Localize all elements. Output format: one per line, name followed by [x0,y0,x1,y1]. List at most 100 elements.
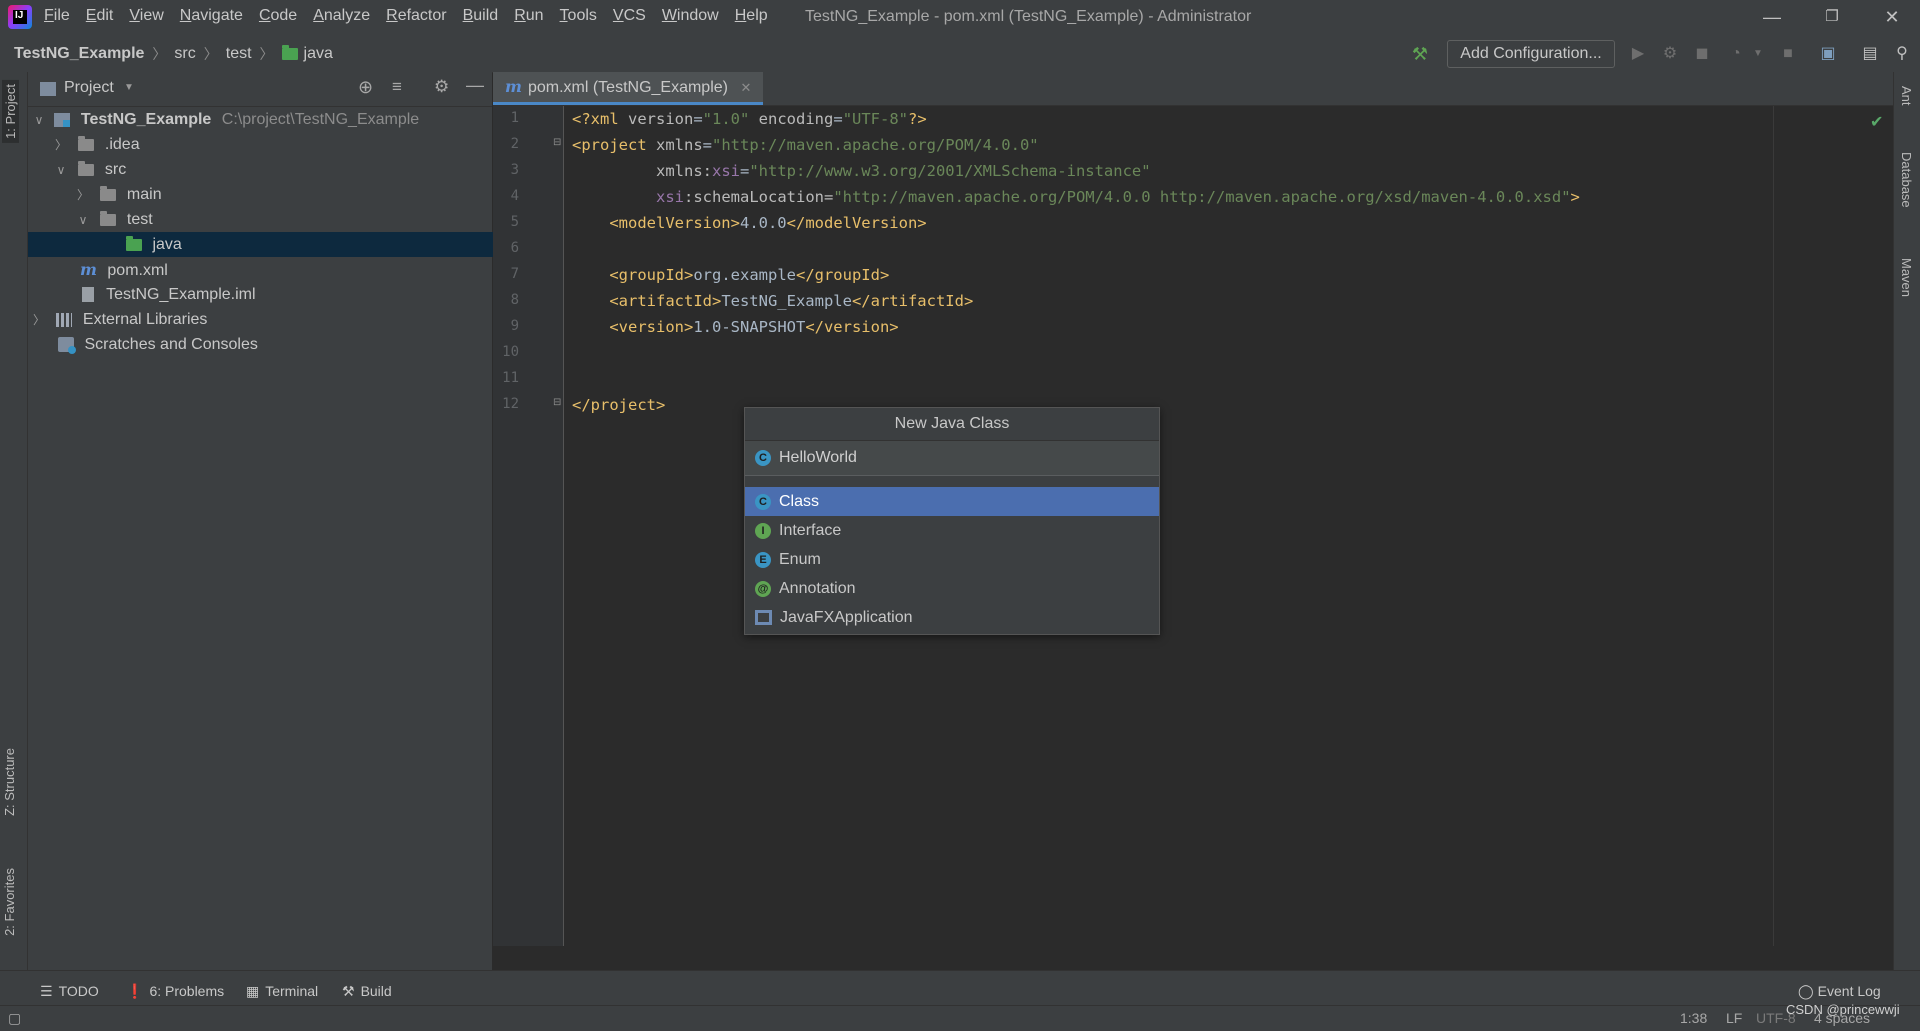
tree-item-iml[interactable]: TestNG_Example.iml [28,282,546,307]
chevron-right-icon[interactable]: 〉 [54,133,68,158]
menu-help[interactable]: Help [735,7,768,25]
fold-icon[interactable]: ⊟ [553,397,561,408]
gear-icon[interactable]: ⚙ [434,77,449,97]
menu-file[interactable]: File [44,7,70,25]
project-panel: Project ▼ ⊕ ≡ ⚙ — ∨ TestNG_Example C:\pr… [28,72,590,970]
popup-item-annotation[interactable]: @ Annotation [745,574,1159,603]
tool-windows-icon[interactable]: ▢ [8,1010,21,1027]
project-view-selector[interactable]: Project [64,79,114,97]
popup-item-interface[interactable]: I Interface [745,516,1159,545]
add-configuration-button[interactable]: Add Configuration... [1447,40,1615,68]
hammer-icon: ⚒ [342,983,355,999]
hide-icon[interactable]: — [466,75,484,96]
fold-icon[interactable]: ⊟ [553,137,561,148]
tab-structure[interactable]: Z: Structure [2,748,17,816]
item-label: Annotation [779,580,856,597]
chevron-down-icon[interactable]: ∨ [28,108,46,133]
menu-build[interactable]: Build [463,7,499,25]
locate-icon[interactable]: ⊕ [358,77,373,98]
popup-item-class[interactable]: C Class [745,487,1159,516]
minimize-icon[interactable]: — [1752,4,1792,30]
menu-tools[interactable]: Tools [560,7,597,25]
tab-pom-xml[interactable]: m pom.xml (TestNG_Example) ✕ [493,72,764,105]
check-icon[interactable]: ✔ [1870,112,1883,132]
tree-item-external-libraries[interactable]: 〉 External Libraries [28,307,496,332]
maven-icon: m [80,260,97,279]
tree-item-pom[interactable]: m pom.xml [28,257,544,282]
tab-maven[interactable]: Maven [1899,258,1914,297]
folder-icon [100,185,117,201]
chevron-down-icon[interactable]: ∨ [54,158,68,183]
tab-ant[interactable]: Ant [1899,86,1914,106]
interface-icon: I [755,522,771,539]
folder-icon [126,235,142,251]
right-tool-strip: Ant Database Maven [1893,72,1920,970]
run-icon[interactable]: ▶ [1628,44,1648,64]
menu-code[interactable]: Code [259,7,297,25]
collapse-all-icon[interactable]: ≡ [392,77,402,97]
tab-project[interactable]: 1: Project [2,80,19,143]
breadcrumb-test[interactable]: test [226,45,252,63]
menu-edit[interactable]: Edit [86,7,114,25]
menu-run[interactable]: Run [514,7,543,25]
event-log-button[interactable]: ◯ Event Log [1798,983,1881,1000]
breadcrumb-java[interactable]: java [304,45,333,63]
chevron-right-icon[interactable]: 〉 [76,183,90,208]
menu-analyze[interactable]: Analyze [313,7,370,25]
line-separator[interactable]: LF [1726,1010,1742,1026]
code-line: xsi:schemaLocation="http://maven.apache.… [656,188,1580,206]
tab-database[interactable]: Database [1899,152,1914,208]
search-icon[interactable]: ⚲ [1892,44,1912,64]
restore-icon[interactable]: ❐ [1812,4,1852,30]
tree-item-src[interactable]: ∨ src [28,157,518,182]
tree-item-scratches[interactable]: Scratches and Consoles [28,332,522,357]
chevron-down-icon[interactable]: ▼ [124,82,134,93]
hammer-icon[interactable]: ⚒ [1410,44,1430,64]
close-icon[interactable]: ✕ [1872,4,1912,30]
stop-icon[interactable]: ■ [1778,44,1798,64]
coverage-icon[interactable]: ◼ [1692,44,1712,64]
menu-navigate[interactable]: Navigate [180,7,243,25]
close-tab-icon[interactable]: ✕ [740,80,751,95]
javafx-icon [755,610,772,626]
terminal-icon: ▦ [246,983,260,999]
chevron-down-icon[interactable]: ▼ [1748,44,1768,64]
caret-position[interactable]: 1:38 [1680,1010,1707,1026]
menu-view[interactable]: View [129,7,163,25]
line-number: 2 [510,136,519,152]
layout-icon[interactable]: ▤ [1860,44,1880,64]
tree-label: main [126,186,162,203]
line-number: 12 [502,396,519,412]
chevron-down-icon[interactable]: ∨ [76,208,90,233]
popup-item-javafx[interactable]: JavaFXApplication [745,603,1159,632]
breadcrumb-src[interactable]: src [174,45,195,63]
title-bar: IJ File Edit View Navigate Code Analyze … [0,0,1920,34]
menu-window[interactable]: Window [662,7,719,25]
tab-build[interactable]: ⚒ Build [342,983,392,1000]
tab-favorites[interactable]: 2: Favorites [2,868,17,936]
tab-label: Terminal [265,983,319,999]
profile-icon[interactable]: ◔ [1726,44,1746,64]
tree-item-idea[interactable]: 〉 .idea [28,132,518,157]
menu-refactor[interactable]: Refactor [386,7,446,25]
list-icon: ☰ [40,983,53,999]
tree-item-test[interactable]: ∨ test [28,207,540,232]
line-number: 8 [510,292,519,308]
code-line: <groupId>org.example</groupId> [572,266,890,284]
breadcrumb-project[interactable]: TestNG_Example [14,45,144,63]
project-structure-icon[interactable]: ▣ [1818,44,1838,64]
popup-item-enum[interactable]: E Enum [745,545,1159,574]
tab-problems[interactable]: ❗ 6: Problems [126,983,224,1000]
chevron-right-icon[interactable]: 〉 [32,308,46,333]
chevron-right-icon: 〉 [203,46,218,62]
tree-item-main[interactable]: 〉 main [28,182,540,207]
tab-todo[interactable]: ☰ TODO [40,983,99,1000]
class-name-input[interactable] [779,447,1139,469]
tab-terminal[interactable]: ▦ Terminal [246,983,318,1000]
tab-label: TODO [58,983,99,999]
debug-icon[interactable]: ⚙ [1660,44,1680,64]
menu-vcs[interactable]: VCS [613,7,646,25]
intellij-logo-icon[interactable]: IJ [8,5,32,29]
tab-label: pom.xml (TestNG_Example) [527,79,728,96]
tree-item-project-root[interactable]: ∨ TestNG_Example C:\project\TestNG_Examp… [28,107,492,132]
